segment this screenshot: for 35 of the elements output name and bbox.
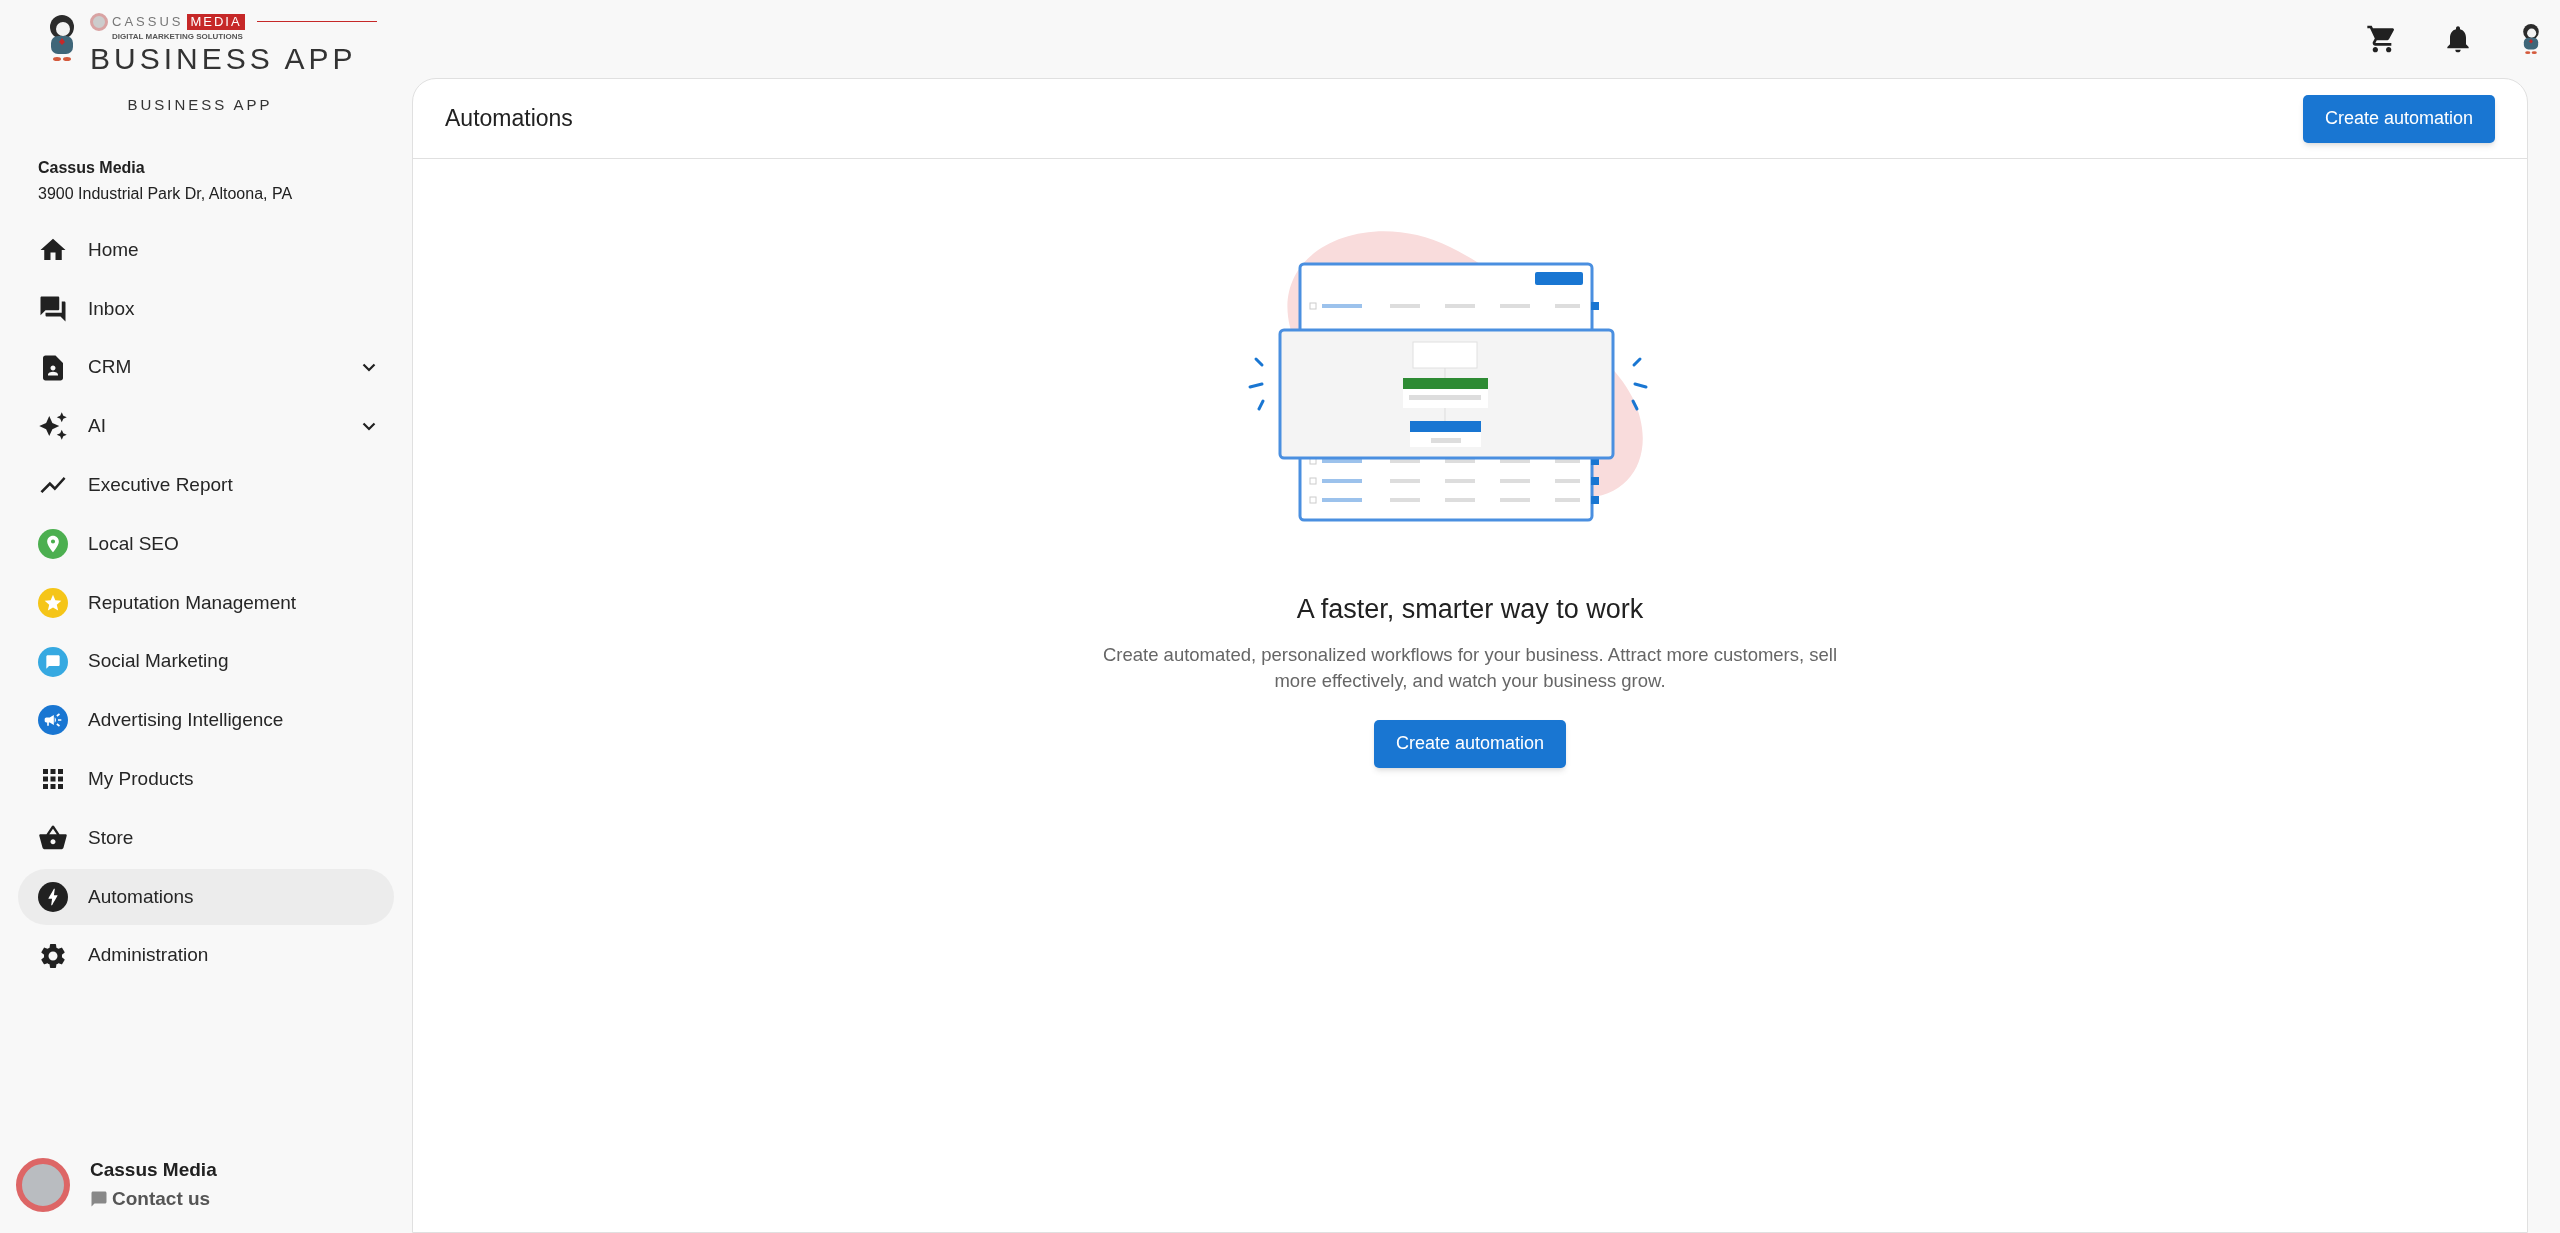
sparkles-icon: [38, 411, 68, 442]
logo-product: BUSINESS APP: [90, 41, 358, 76]
lightning-icon: [38, 881, 68, 912]
logo[interactable]: CASSUS MEDIA DIGITAL MARKETING SOLUTIONS BUSINESS APP: [42, 12, 377, 76]
ring-icon: [90, 12, 108, 31]
account-address: 3900 Industrial Park Dr, Altoona, PA: [38, 184, 294, 204]
nav-item[interactable]: AI: [18, 398, 394, 455]
account-name: Cassus Media: [38, 158, 146, 178]
page-title: Automations: [445, 104, 573, 134]
nav-item[interactable]: Store: [18, 809, 394, 866]
logo-tagline: DIGITAL MARKETING SOLUTIONS: [112, 31, 244, 42]
nav-item[interactable]: Reputation Management: [18, 574, 394, 631]
create-automation-button[interactable]: Create automation: [1373, 719, 1567, 768]
contact-link[interactable]: Contact us: [90, 1184, 217, 1213]
nav-item[interactable]: Administration: [18, 927, 394, 984]
create-automation-button[interactable]: Create automation: [2302, 94, 2495, 143]
nav-item[interactable]: Advertising Intelligence: [18, 692, 394, 749]
megaphone-icon: [38, 705, 68, 736]
nav-item[interactable]: Executive Report: [18, 457, 394, 514]
logo-brand-highlight: MEDIA: [187, 13, 245, 30]
nav-item[interactable]: Inbox: [18, 280, 394, 337]
app-name: BUSINESS APP: [127, 94, 273, 115]
chat-bubble-icon: [90, 1189, 108, 1208]
nav-item[interactable]: Social Marketing: [18, 633, 394, 690]
logo-brand: CASSUS: [112, 13, 184, 31]
profile-name: Cassus Media: [90, 1158, 217, 1182]
empty-state-description: Create automated, personalized workflows for your business. Attract more customers, sell more effectively, and watch your business grow.: [1101, 642, 1839, 693]
empty-state-heading: A faster, smarter way to work: [1296, 593, 1644, 626]
nav-item[interactable]: Local SEO: [18, 516, 394, 572]
nav-item[interactable]: Automations: [18, 868, 394, 925]
nav-item[interactable]: Home: [18, 222, 394, 278]
avatar-photo-placeholder: [16, 1157, 70, 1212]
nav-item[interactable]: CRM: [18, 339, 394, 396]
location-pin-icon: [38, 529, 68, 559]
nav-item[interactable]: My Products: [18, 751, 394, 808]
